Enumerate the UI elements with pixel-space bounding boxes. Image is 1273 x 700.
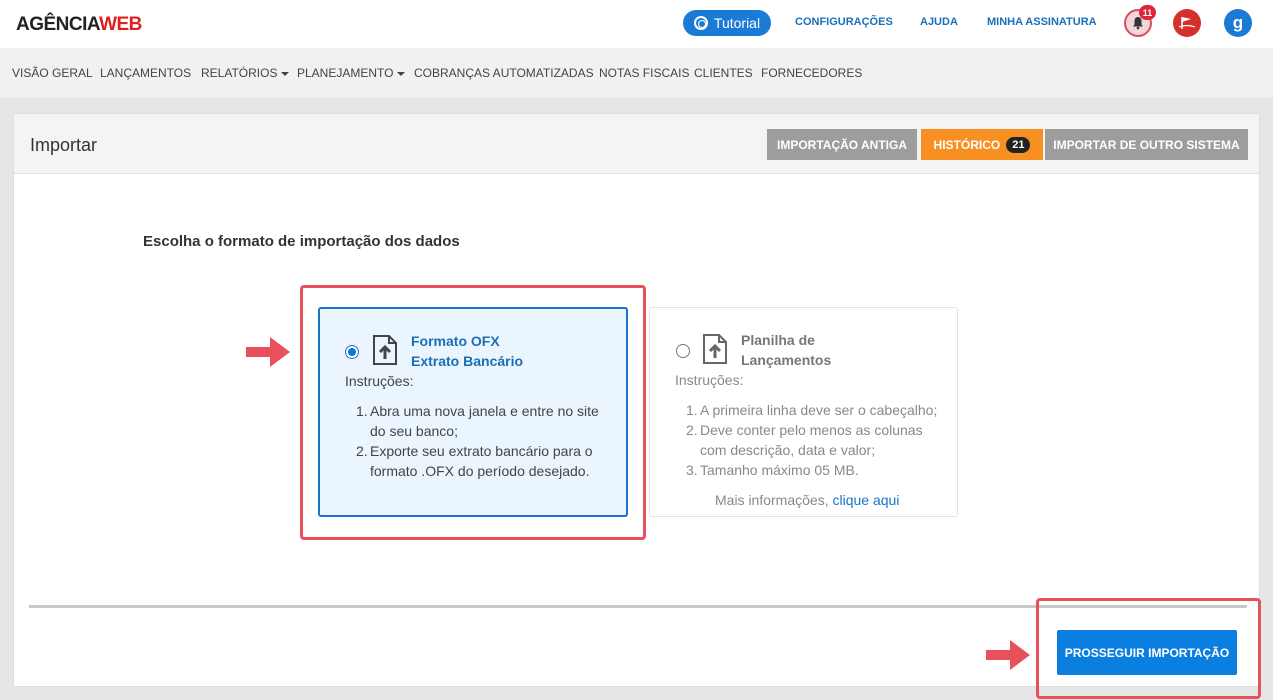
chevron-down-icon	[281, 71, 290, 76]
highlight-box-proceed	[1036, 598, 1261, 699]
import-other-system-button[interactable]: IMPORTAR DE OUTRO SISTEMA	[1045, 129, 1248, 160]
chevron-down-icon	[397, 71, 406, 76]
option-spreadsheet-card[interactable]: Planilha de Lançamentos Instruções: 1. A …	[649, 307, 958, 517]
logo-text-agencia: AGÊNCIA	[16, 14, 100, 35]
nav-item-entries[interactable]: LANÇAMENTOS	[100, 66, 191, 80]
lifebuoy-icon	[693, 16, 708, 30]
spreadsheet-steps: 1. A primeira linha deve ser o cabeçalho;…	[686, 400, 937, 480]
subscription-link[interactable]: MINHA ASSINATURA	[987, 16, 1097, 28]
arrow-right-icon	[246, 337, 290, 367]
company-avatar[interactable]	[1173, 9, 1201, 37]
step-line: Tamanho máximo 05 MB.	[700, 462, 859, 478]
step-number: 2.	[686, 422, 698, 438]
highlight-box-ofx	[300, 285, 646, 540]
spreadsheet-instructions-label: Instruções:	[675, 372, 744, 388]
step-line: com descrição, data e valor;	[700, 442, 876, 458]
help-link[interactable]: AJUDA	[920, 16, 958, 28]
more-info-text: Mais informações,	[715, 492, 829, 508]
top-header: AGÊNCIAWEB Tutorial CONFIGURAÇÕES AJUDA …	[0, 0, 1273, 48]
nav-item-reports[interactable]: RELATÓRIOS	[201, 66, 290, 80]
nav-item-planning-label: PLANEJAMENTO	[297, 66, 394, 80]
flag-icon	[1178, 17, 1196, 29]
list-item: 1. A primeira linha deve ser o cabeçalho;	[686, 400, 937, 420]
step-text: Deve conter pelo menos as colunas com des…	[700, 420, 923, 460]
logo[interactable]: AGÊNCIAWEB	[16, 14, 142, 36]
nav-item-reports-label: RELATÓRIOS	[201, 66, 278, 80]
step-line: Deve conter pelo menos as colunas	[700, 422, 923, 438]
spreadsheet-title-line2: Lançamentos	[741, 352, 832, 368]
history-label: HISTÓRICO	[933, 137, 1001, 152]
logo-text-web: WEB	[99, 14, 142, 35]
arrow-right-icon	[986, 640, 1030, 670]
step-line: A primeira linha deve ser o cabeçalho;	[700, 402, 938, 418]
main-nav: VISÃO GERAL LANÇAMENTOS RELATÓRIOS PLANE…	[0, 48, 1273, 98]
spreadsheet-title: Planilha de Lançamentos	[741, 330, 831, 370]
nav-item-suppliers[interactable]: FORNECEDORES	[761, 66, 862, 80]
history-button[interactable]: HISTÓRICO 21	[921, 129, 1043, 160]
nav-item-overview[interactable]: VISÃO GERAL	[12, 66, 93, 80]
notification-count-badge: 11	[1139, 5, 1156, 20]
nav-item-invoices[interactable]: NOTAS FISCAIS	[599, 66, 689, 80]
more-info: Mais informações, clique aqui	[715, 492, 899, 508]
history-count-badge: 21	[1006, 136, 1031, 153]
format-heading: Escolha o formato de importação dos dado…	[143, 233, 460, 250]
step-number: 3.	[686, 462, 698, 478]
old-import-button[interactable]: IMPORTAÇÃO ANTIGA	[767, 129, 917, 160]
settings-link[interactable]: CONFIGURAÇÕES	[795, 16, 893, 28]
tutorial-button[interactable]: Tutorial	[683, 10, 771, 36]
step-number: 1.	[686, 402, 698, 418]
list-item: 2. Deve conter pelo menos as colunas com d…	[686, 420, 937, 460]
nav-item-clients[interactable]: CLIENTES	[694, 66, 753, 80]
nav-item-planning[interactable]: PLANEJAMENTO	[297, 66, 406, 80]
user-avatar[interactable]: g	[1224, 9, 1252, 37]
tutorial-label: Tutorial	[713, 15, 761, 31]
file-upload-icon	[703, 334, 727, 364]
spreadsheet-radio[interactable]	[676, 344, 690, 358]
panel-header: Importar IMPORTAÇÃO ANTIGA HISTÓRICO 21 …	[14, 114, 1259, 174]
more-info-link[interactable]: clique aqui	[832, 492, 899, 508]
nav-item-automated-billing[interactable]: COBRANÇAS AUTOMATIZADAS	[414, 66, 594, 80]
spreadsheet-title-line1: Planilha de	[741, 332, 815, 348]
list-item: 3. Tamanho máximo 05 MB.	[686, 460, 937, 480]
page-title: Importar	[30, 135, 98, 155]
